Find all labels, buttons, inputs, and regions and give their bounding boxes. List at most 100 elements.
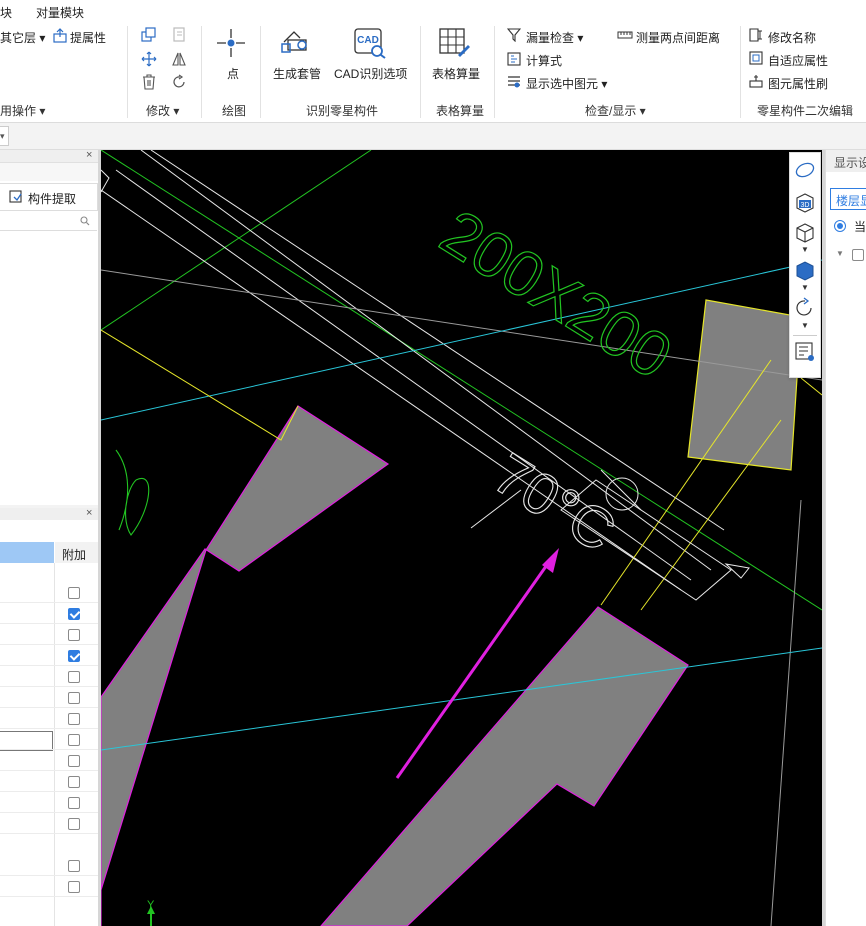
ribbon-toolbar: 其它层 ▾ 提属性 用操作 ▾ 修改 ▾ 点 绘图 生成套管 CAD CAD识别… [0,22,866,123]
attach-checkbox[interactable] [68,608,80,620]
table-row [0,875,98,876]
orbit-icon[interactable] [794,161,816,179]
menu-item-module[interactable]: 块 [0,4,12,21]
attach-checkbox[interactable] [68,860,80,872]
extract-component-label: 构件提取 [28,192,77,206]
panel-header [0,508,98,520]
common-ops-group-label[interactable]: 用操作 ▾ [0,102,45,119]
separator [740,26,741,118]
menu-bar: 块 对量模块 [0,0,866,22]
point-icon[interactable] [216,28,246,58]
attach-checkbox[interactable] [68,818,80,830]
delete-icon[interactable] [141,74,157,90]
extract-component-button[interactable]: 构件提取 [0,183,98,211]
menu-item-compare-module[interactable]: 对量模块 [36,4,84,21]
table-row [0,833,98,834]
point-button[interactable]: 点 [227,65,239,82]
cad-icon[interactable]: CAD [353,27,387,59]
attach-checkbox[interactable] [68,755,80,767]
table-header-name [0,542,54,563]
svg-text:CAD: CAD [357,35,379,46]
radio-button[interactable] [834,220,846,232]
drawing: 200X200 70°C Y [101,150,822,926]
splitter[interactable] [822,150,825,926]
filter-icon [507,28,521,42]
gen-sleeve-button[interactable]: 生成套管 [273,65,321,82]
attach-checkbox[interactable] [68,734,80,746]
view-tools: 3D ▼ ▼ ▼ [789,152,821,378]
separator [260,26,261,118]
search-icon[interactable] [80,216,90,226]
cad-canvas[interactable]: 200X200 70°C Y [101,150,822,926]
dropdown-arrow-icon[interactable]: ▾ [0,126,9,146]
display-settings-panel: 显示设 楼层显 当 ▼ [825,150,866,926]
component-list-panel: × 构件提取 [0,149,98,505]
adaptive-attr-button[interactable]: 自适应属性 [768,52,828,69]
modify-group-label[interactable]: 修改 ▾ [146,102,179,119]
attach-checkbox[interactable] [68,650,80,662]
rotate-view-icon[interactable] [794,297,816,319]
yellow-line [101,329,299,441]
y-axis-label: Y [147,899,155,911]
attach-checkbox[interactable] [68,881,80,893]
chevron-down-icon[interactable]: ▼ [801,245,809,254]
svg-text:3D: 3D [801,202,810,209]
measure-distance-button[interactable]: 测量两点间距离 [636,29,720,46]
radio-label: 当 [854,220,866,234]
table-row [0,749,98,750]
list-view-icon[interactable] [794,341,816,363]
move-icon[interactable] [141,51,157,67]
offset-icon[interactable] [171,27,187,43]
mirror-icon[interactable] [171,51,187,67]
table-calc-button[interactable]: 表格算量 [432,65,480,82]
rotate-icon[interactable] [171,74,187,90]
show-selected-button[interactable]: 显示选中图元 ▾ [526,75,607,92]
panel-title: 显示设 [834,156,866,170]
formula-button[interactable]: 计算式 [526,52,562,69]
column-shape [320,606,689,926]
close-icon[interactable]: × [86,507,92,519]
yellow-line [600,359,772,606]
rename-button[interactable]: 修改名称 [768,29,816,46]
attach-checkbox[interactable] [68,713,80,725]
tree-checkbox[interactable] [852,249,864,261]
attach-checkbox[interactable] [68,629,80,641]
panel-header [0,150,98,163]
attach-checkbox[interactable] [68,797,80,809]
attach-checkbox[interactable] [68,692,80,704]
table-row [0,707,98,708]
attach-checkbox[interactable] [68,671,80,683]
close-icon[interactable]: × [86,149,92,161]
leak-check-button[interactable]: 漏量检查 ▾ [526,29,583,46]
table-row [0,896,98,897]
chevron-down-icon[interactable]: ▼ [801,321,809,330]
solid-box-icon[interactable] [794,259,816,281]
copy-icon[interactable] [141,27,157,43]
rename-icon [749,28,765,42]
table-row [0,728,98,729]
chevron-down-icon[interactable]: ▼ [801,283,809,292]
cad-options-button[interactable]: CAD识别选项 [334,65,407,82]
cyan-line [101,647,822,751]
attach-checkbox[interactable] [68,587,80,599]
table-row [0,770,98,771]
floor-display-tab[interactable]: 楼层显 [830,188,866,210]
3d-icon[interactable]: 3D [794,191,816,213]
expand-arrow-icon[interactable]: ▼ [836,249,844,258]
check-display-group-label[interactable]: 检查/显示 ▾ [585,102,646,119]
table-row [0,602,98,603]
elevation-label: 70°C [482,441,626,565]
panel-header: 显示设 [826,150,866,172]
other-layer-button[interactable]: 其它层 ▾ [0,29,45,46]
splitter[interactable] [98,150,101,926]
box-icon[interactable] [794,221,816,243]
attach-checkbox[interactable] [68,776,80,788]
attr-brush-button[interactable]: 图元属性刷 [768,75,828,92]
separator [201,26,202,118]
selected-cell[interactable] [0,731,53,751]
adaptive-icon [749,51,763,65]
table-icon[interactable] [438,27,470,59]
extract-attr-button[interactable]: 提属性 [70,29,106,46]
brush-icon [749,74,763,88]
sleeve-icon[interactable] [280,28,312,58]
